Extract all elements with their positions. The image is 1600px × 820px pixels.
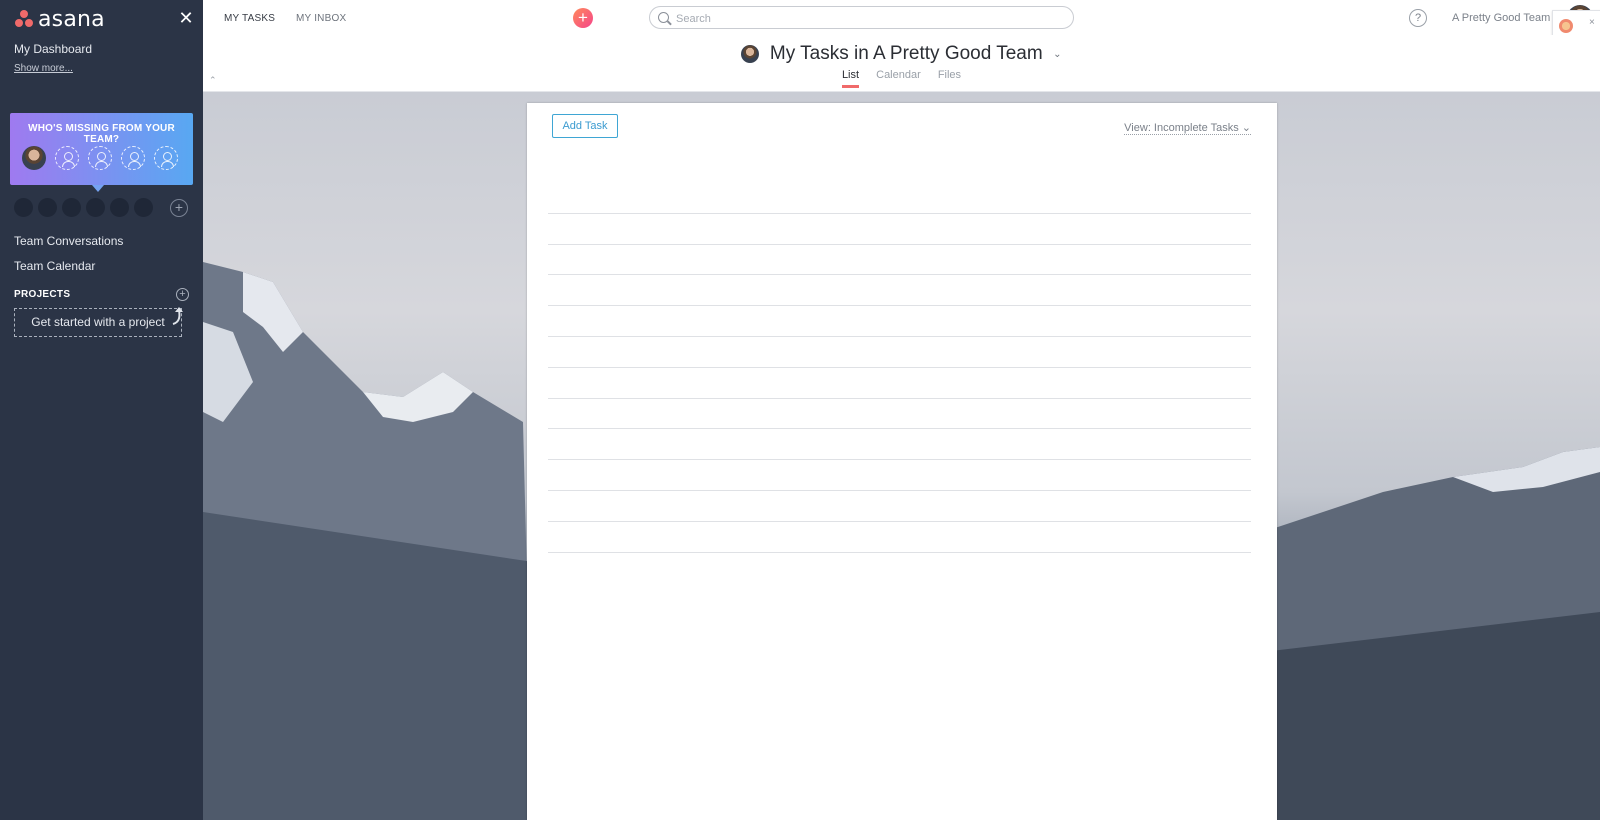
empty-member-slot[interactable] (110, 198, 129, 217)
logo-text: asana (38, 6, 105, 32)
asana-logo-icon (14, 10, 34, 28)
tab-list[interactable]: List (841, 69, 860, 88)
close-icon[interactable]: × (1589, 17, 1595, 28)
top-bar: MY TASKS MY INBOX + ? A Pretty Good Team… (203, 0, 1600, 48)
empty-task-row[interactable] (548, 491, 1251, 522)
team-calendar-link[interactable]: Team Calendar (14, 259, 95, 273)
user-placeholder-icon[interactable] (88, 146, 112, 170)
user-placeholder-icon[interactable] (55, 146, 79, 170)
close-sidebar-icon[interactable]: ✕ (176, 8, 196, 28)
avatar (741, 45, 760, 63)
empty-task-row[interactable] (548, 306, 1251, 337)
show-more-link[interactable]: Show more... (14, 63, 73, 74)
title-row: My Tasks in A Pretty Good Team ⌄ (203, 43, 1600, 65)
empty-task-row[interactable] (548, 214, 1251, 245)
team-members (14, 198, 153, 217)
team-invite-promo: WHO'S MISSING FROM YOUR TEAM? (10, 113, 193, 185)
my-dashboard-link[interactable]: My Dashboard (14, 42, 92, 56)
tab-calendar[interactable]: Calendar (876, 69, 921, 86)
promo-caret (92, 185, 104, 192)
my-tasks-tab[interactable]: MY TASKS (224, 13, 275, 24)
task-list-panel: Add Task View: Incomplete Tasks ⌄ (527, 103, 1277, 820)
get-started-project-button[interactable]: Get started with a project (14, 308, 182, 337)
my-inbox-tab[interactable]: MY INBOX (296, 13, 346, 24)
quick-add-plus-icon[interactable]: + (573, 8, 593, 28)
empty-task-row[interactable] (548, 399, 1251, 430)
team-conversations-link[interactable]: Team Conversations (14, 234, 123, 248)
promo-title: WHO'S MISSING FROM YOUR TEAM? (28, 123, 175, 145)
notification-icon (1559, 19, 1573, 33)
chevron-down-icon[interactable]: ⌄ (1053, 49, 1061, 60)
arrow-up-icon (172, 307, 183, 325)
search-bar[interactable] (649, 6, 1074, 29)
add-task-button[interactable]: Add Task (552, 114, 618, 138)
team-name[interactable]: A Pretty Good Team (1452, 12, 1550, 24)
empty-task-row[interactable] (548, 245, 1251, 276)
help-icon[interactable]: ? (1409, 9, 1427, 27)
add-member-button[interactable]: + (170, 199, 188, 217)
user-placeholder-icon[interactable] (154, 146, 178, 170)
tab-files[interactable]: Files (938, 69, 961, 86)
view-filter-label: View: Incomplete Tasks (1124, 122, 1239, 134)
empty-task-row[interactable] (548, 337, 1251, 368)
empty-member-slot[interactable] (134, 198, 153, 217)
projects-heading: PROJECTS (14, 289, 71, 300)
empty-task-row[interactable] (548, 275, 1251, 307)
user-placeholder-icon[interactable] (121, 146, 145, 170)
search-icon (658, 12, 669, 23)
avatar[interactable] (14, 198, 33, 217)
empty-task-row[interactable] (548, 429, 1251, 461)
empty-member-slot[interactable] (38, 198, 57, 217)
sidebar: asana ✕ My Dashboard Show more... WHO'S … (0, 0, 203, 820)
search-input[interactable] (674, 10, 1058, 27)
empty-task-row[interactable] (548, 368, 1251, 399)
avatar[interactable] (22, 146, 46, 170)
task-rows (548, 183, 1251, 553)
view-tabs: List Calendar Files (203, 69, 1600, 88)
empty-member-slot[interactable] (62, 198, 81, 217)
empty-task-row[interactable] (548, 183, 1251, 214)
page-title[interactable]: My Tasks in A Pretty Good Team (770, 43, 1043, 64)
asana-logo[interactable]: asana (14, 6, 105, 32)
view-filter-dropdown[interactable]: View: Incomplete Tasks ⌄ (1124, 121, 1251, 135)
add-project-button[interactable]: + (176, 288, 189, 301)
empty-task-row[interactable] (548, 460, 1251, 491)
page-header: ⌃ My Tasks in A Pretty Good Team ⌄ List … (203, 35, 1600, 92)
chevron-down-icon: ⌄ (1241, 122, 1251, 134)
empty-member-slot[interactable] (86, 198, 105, 217)
promo-avatars (22, 146, 178, 170)
empty-task-row[interactable] (548, 522, 1251, 553)
